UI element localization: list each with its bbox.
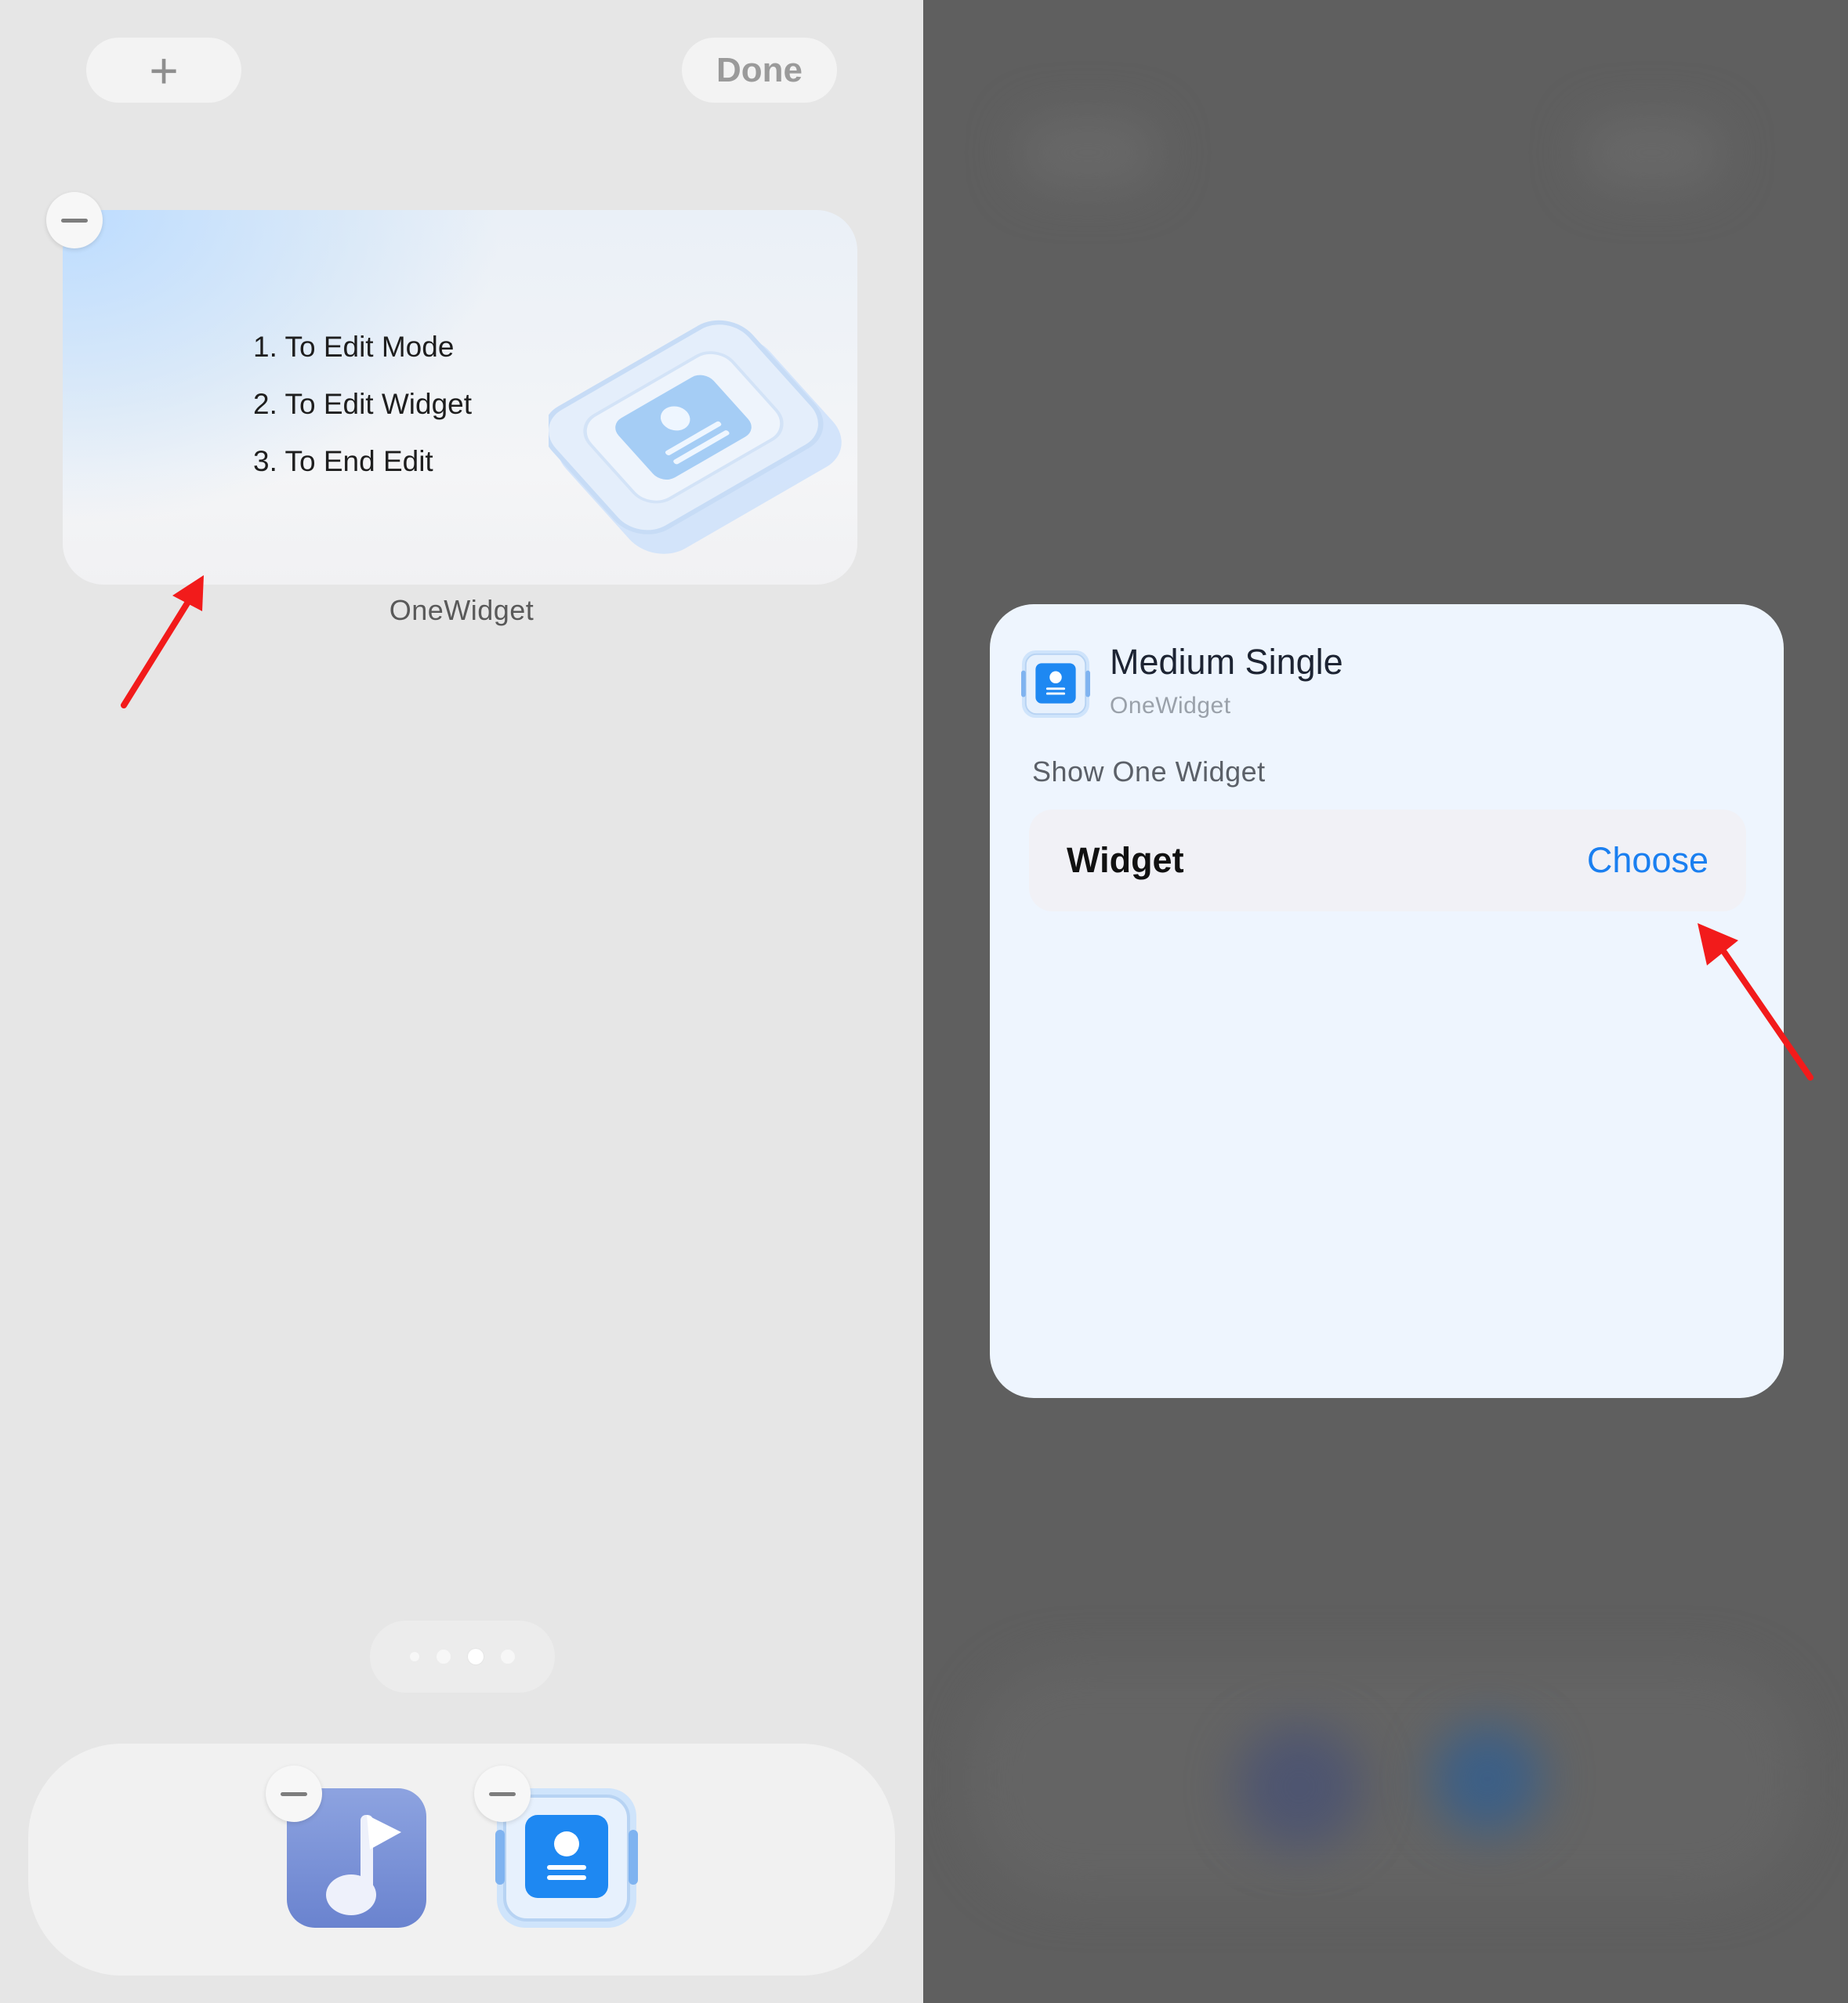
done-button[interactable]: Done	[682, 38, 837, 103]
widget-configuration-sheet: Medium Single OneWidget Show One Widget …	[990, 604, 1784, 1398]
remove-widget-minus-icon[interactable]	[46, 192, 103, 248]
onewidget-app-icon	[1021, 650, 1090, 719]
home-screen-edit-panel: + Done 1. To Edit Mode 2. To Edit Widget…	[0, 0, 923, 2003]
plus-icon: +	[149, 42, 179, 99]
page-dot	[410, 1652, 419, 1661]
parameter-label: Widget	[1067, 840, 1184, 880]
sheet-title: Medium Single	[1110, 642, 1343, 682]
widget-parameter-row[interactable]: Widget Choose	[1029, 810, 1746, 911]
blurred-widget-app	[1433, 1724, 1542, 1834]
page-dot	[437, 1650, 451, 1664]
page-dot	[501, 1650, 515, 1664]
widget-illustration-icon	[549, 320, 842, 554]
annotation-arrow-icon	[1698, 923, 1814, 1081]
page-indicator[interactable]	[370, 1621, 555, 1693]
remove-app-minus-icon[interactable]	[266, 1766, 322, 1822]
widget-instructions: 1. To Edit Mode 2. To Edit Widget 3. To …	[253, 318, 472, 490]
remove-app-minus-icon[interactable]	[474, 1766, 531, 1822]
blurred-music-app	[1237, 1724, 1362, 1849]
widget-step-2: 2. To Edit Widget	[253, 388, 473, 420]
widget-step-3: 3. To End Edit	[253, 445, 433, 477]
blurred-add-button	[1017, 118, 1158, 188]
sheet-subtitle: OneWidget	[1110, 693, 1231, 719]
sheet-description: Show One Widget	[1032, 755, 1266, 788]
blurred-dock	[970, 1661, 1801, 1896]
onewidget-widget[interactable]: 1. To Edit Mode 2. To Edit Widget 3. To …	[63, 210, 857, 585]
add-widget-button[interactable]: +	[86, 38, 241, 103]
blurred-done-button	[1582, 118, 1723, 188]
widget-step-1: 1. To Edit Mode	[253, 331, 455, 363]
page-dot-current	[468, 1649, 484, 1664]
choose-button[interactable]: Choose	[1587, 840, 1708, 881]
annotation-arrow-icon	[121, 575, 204, 708]
dock	[28, 1744, 895, 1976]
